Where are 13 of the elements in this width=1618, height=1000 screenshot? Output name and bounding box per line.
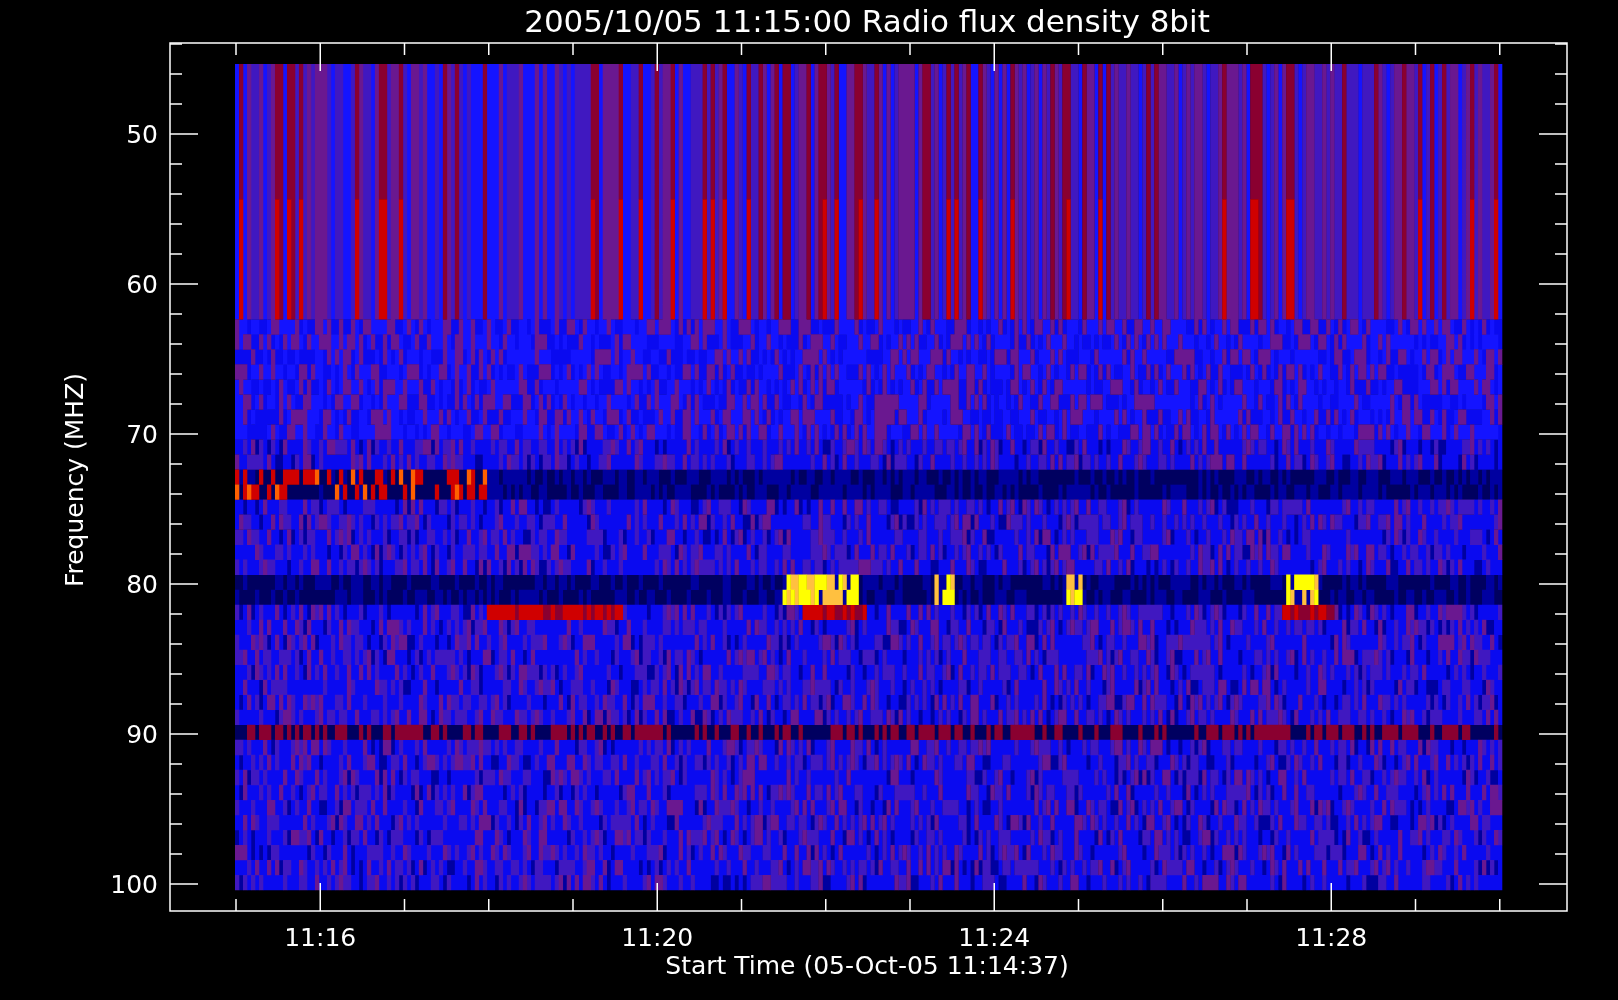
y-tick-label: 50 bbox=[126, 120, 158, 149]
y-tick-label: 60 bbox=[126, 270, 158, 299]
x-tick-label: 11:16 bbox=[284, 923, 357, 952]
x-tick-label: 11:20 bbox=[621, 923, 694, 952]
x-tick-label: 11:24 bbox=[958, 923, 1031, 952]
x-tick-label: 11:28 bbox=[1295, 923, 1368, 952]
y-tick-label: 70 bbox=[126, 420, 158, 449]
y-axis-title: Frequency (MHZ) bbox=[60, 372, 89, 588]
y-tick-label: 90 bbox=[126, 720, 158, 749]
chart-title: 2005/10/05 11:15:00 Radio flux density 8bit bbox=[524, 3, 1210, 39]
y-tick-label: 80 bbox=[126, 570, 158, 599]
x-axis-title: Start Time (05-Oct-05 11:14:37) bbox=[665, 951, 1069, 980]
y-tick-label: 100 bbox=[110, 870, 158, 899]
